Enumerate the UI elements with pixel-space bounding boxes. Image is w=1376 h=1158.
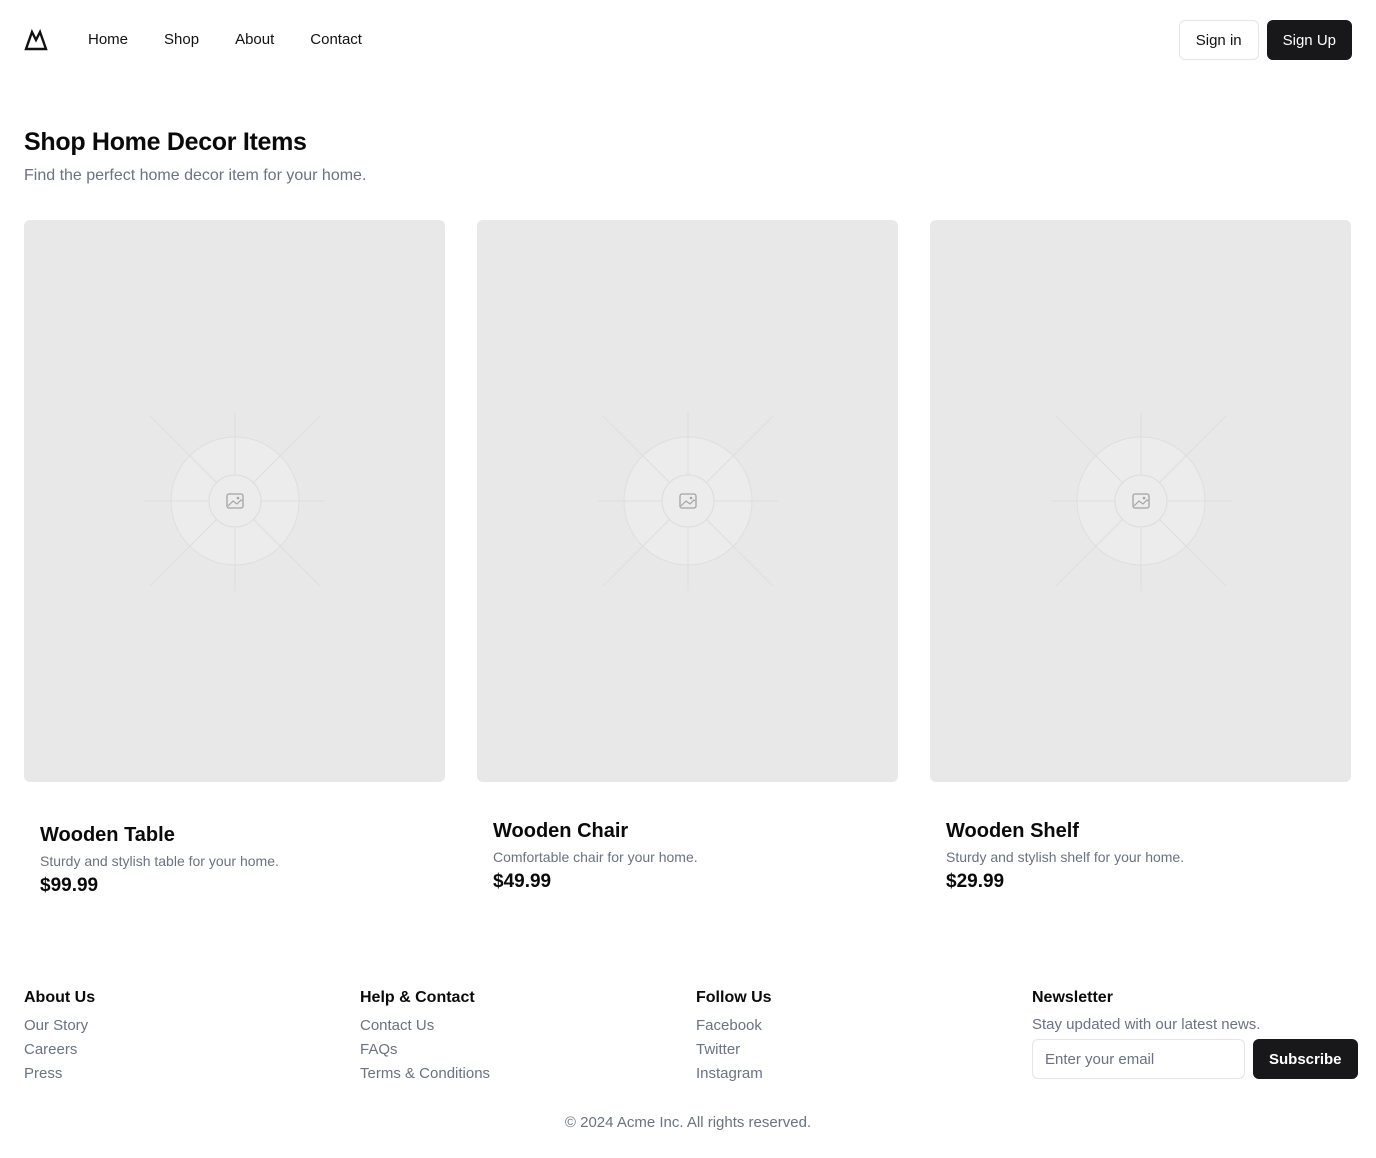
product-description: Sturdy and stylish table for your home.: [40, 853, 279, 869]
email-input[interactable]: [1032, 1039, 1245, 1079]
nav-link-shop[interactable]: Shop: [164, 20, 199, 60]
hero-section: Shop Home Decor Items Find the perfect h…: [24, 128, 366, 185]
footer-heading: Follow Us: [696, 989, 772, 1006]
site-footer: About Us Our Story Careers Press Help & …: [24, 988, 1358, 1086]
footer-link-contact-us[interactable]: Contact Us: [360, 1017, 434, 1034]
product-info: Wooden Table Sturdy and stylish table fo…: [24, 824, 445, 897]
nav-link-contact[interactable]: Contact: [310, 20, 362, 60]
subscribe-button[interactable]: Subscribe: [1253, 1039, 1358, 1079]
page-subtitle: Find the perfect home decor item for you…: [24, 167, 367, 184]
footer-link-twitter[interactable]: Twitter: [696, 1041, 740, 1058]
product-grid: Wooden Table Sturdy and stylish table fo…: [24, 220, 1352, 897]
nav-link-home[interactable]: Home: [88, 20, 128, 60]
product-info: Wooden Chair Comfortable chair for your …: [477, 820, 898, 893]
product-description: Sturdy and stylish shelf for your home.: [946, 849, 1185, 865]
footer-heading: Newsletter: [1032, 989, 1113, 1006]
product-info: Wooden Shelf Sturdy and stylish shelf fo…: [930, 820, 1351, 893]
product-name: Wooden Shelf: [946, 820, 1079, 842]
product-image[interactable]: [477, 220, 898, 782]
footer-help: Help & Contact Contact Us FAQs Terms & C…: [360, 988, 696, 1086]
footer-follow: Follow Us Facebook Twitter Instagram: [696, 988, 1032, 1086]
product-price: $99.99: [40, 875, 99, 896]
product-card[interactable]: Wooden Table Sturdy and stylish table fo…: [24, 220, 445, 897]
main-nav: Home Shop About Contact: [88, 20, 398, 60]
sign-up-button[interactable]: Sign Up: [1266, 20, 1352, 60]
footer-newsletter: Newsletter Stay updated with our latest …: [1032, 988, 1358, 1086]
footer-link-instagram[interactable]: Instagram: [696, 1065, 763, 1082]
newsletter-text: Stay updated with our latest news.: [1032, 1016, 1261, 1033]
product-description: Comfortable chair for your home.: [493, 849, 698, 865]
product-card[interactable]: Wooden Chair Comfortable chair for your …: [477, 220, 898, 897]
product-price: $49.99: [493, 871, 552, 892]
nav-link-about[interactable]: About: [235, 20, 274, 60]
newsletter-form: Subscribe: [1032, 1039, 1358, 1079]
footer-about: About Us Our Story Careers Press: [24, 988, 360, 1086]
product-image[interactable]: [24, 220, 445, 782]
image-placeholder-icon: [597, 411, 778, 591]
copyright-text: © 2024 Acme Inc. All rights reserved.: [564, 1114, 812, 1131]
footer-link-our-story[interactable]: Our Story: [24, 1017, 88, 1034]
product-name: Wooden Chair: [493, 820, 629, 842]
footer-link-press[interactable]: Press: [24, 1065, 62, 1082]
product-price: $29.99: [946, 871, 1005, 892]
auth-buttons: Sign in Sign Up: [1178, 20, 1352, 60]
footer-heading: About Us: [24, 989, 96, 1006]
footer-link-facebook[interactable]: Facebook: [696, 1017, 762, 1034]
product-name: Wooden Table: [40, 824, 175, 846]
footer-link-terms[interactable]: Terms & Conditions: [360, 1065, 490, 1082]
page: Home Shop About Contact Sign in Sign Up …: [0, 0, 1376, 1158]
image-placeholder-icon: [1050, 411, 1231, 591]
footer-link-careers[interactable]: Careers: [24, 1041, 77, 1058]
site-header: Home Shop About Contact Sign in Sign Up: [24, 20, 1352, 60]
footer-heading: Help & Contact: [360, 989, 475, 1006]
image-placeholder-icon: [144, 411, 325, 591]
page-title: Shop Home Decor Items: [24, 128, 307, 156]
mountain-logo-icon[interactable]: [24, 28, 48, 52]
footer-link-faqs[interactable]: FAQs: [360, 1041, 398, 1058]
product-card[interactable]: Wooden Shelf Sturdy and stylish shelf fo…: [930, 220, 1351, 897]
product-image[interactable]: [930, 220, 1351, 782]
sign-in-button[interactable]: Sign in: [1178, 20, 1259, 60]
